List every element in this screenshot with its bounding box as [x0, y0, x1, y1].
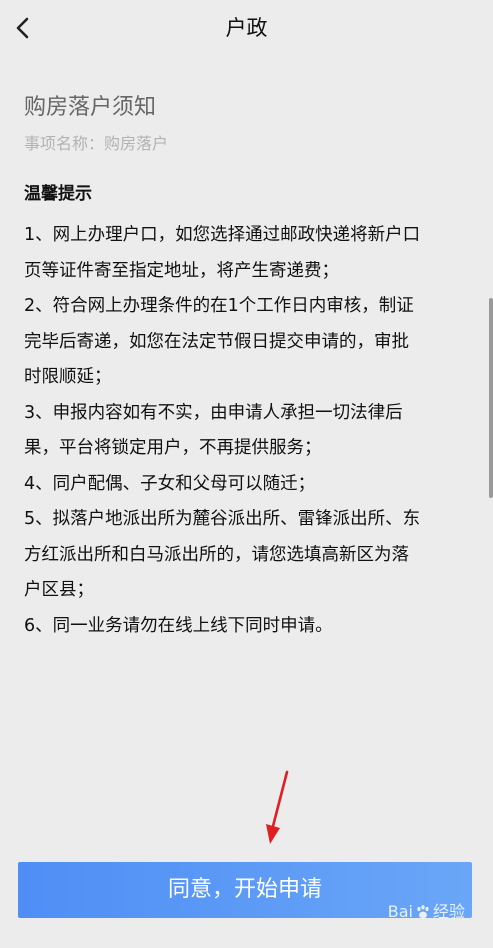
- tip-line: 4、同户配偶、子女和父母可以随迁；: [24, 473, 316, 494]
- tip-line: 3、申报内容如有不实，由申请人承担一切法律后: [24, 402, 403, 423]
- tip-line: 1、网上办理户口，如您选择通过邮政快递将新户口: [24, 225, 421, 245]
- tip-line: 6、同一业务请勿在线上线下同时申请。: [24, 615, 333, 636]
- baidu-paw-icon: [417, 905, 429, 919]
- item-name-label: 事项名称：: [24, 134, 105, 153]
- tip-line: 方红派出所和白马派出所的，请您选填高新区为落: [24, 544, 409, 565]
- tip-line: 户区县；: [24, 580, 94, 600]
- tip-line: 时限顺延；: [24, 367, 112, 387]
- page-title: 户政: [225, 16, 268, 40]
- item-name-value: 购房落户: [104, 134, 169, 153]
- app-header: 户政: [0, 0, 493, 58]
- tip-line: 页等证件寄至指定地址，将产生寄递费；: [24, 260, 339, 281]
- watermark-brand-right: 经验: [432, 902, 465, 921]
- tips-heading: 温馨提示: [24, 184, 92, 204]
- watermark-brand-left: Bai: [387, 902, 413, 921]
- tip-line: 2、符合网上办理条件的在1个工作日内审核，制证: [24, 296, 414, 316]
- baidu-watermark: Bai 经验: [388, 900, 465, 924]
- item-name-row: 事项名称：购房落户: [24, 132, 168, 156]
- tip-line: 完毕后寄递，如您在法定节假日提交申请的，审批: [24, 331, 409, 352]
- tips-list: 1、网上办理户口，如您选择通过邮政快递将新户口 页等证件寄至指定地址，将产生寄递…: [24, 218, 472, 644]
- notice-title: 购房落户须知: [24, 95, 157, 120]
- annotation-arrow-icon: [266, 770, 289, 844]
- tip-line: 果，平台将锁定用户，不再提供服务；: [24, 438, 322, 458]
- tip-line: 5、拟落户地派出所为麓谷派出所、雷锋派出所、东: [24, 509, 421, 529]
- scrollbar[interactable]: [489, 298, 493, 498]
